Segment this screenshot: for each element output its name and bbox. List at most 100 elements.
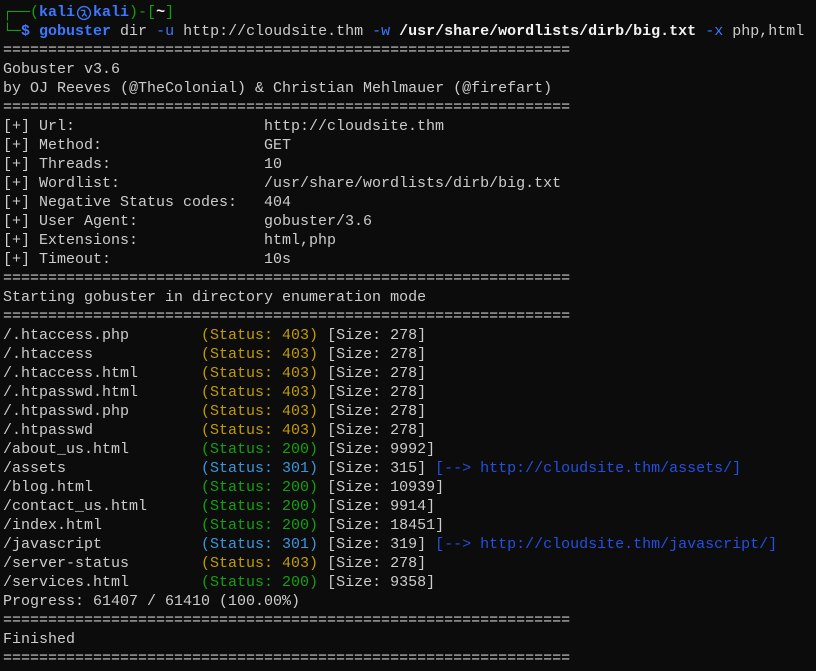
separator: ========================================… — [3, 270, 571, 287]
size-text: [Size: 9358] — [327, 574, 436, 591]
config-row: [+] Negative Status codes: 404 — [3, 193, 816, 212]
result-row: /.htpasswd (Status: 403) [Size: 278] — [3, 421, 816, 440]
size-text: [Size: 10939] — [327, 479, 445, 496]
result-path: /blog.html — [3, 479, 94, 496]
prompt-frame-close: ] — [165, 4, 175, 21]
config-label: [+] User Agent: — [3, 213, 139, 230]
banner-version: Gobuster v3.6 — [3, 61, 121, 78]
size-text: [Size: 278] — [327, 346, 427, 363]
config-value: html,php — [264, 232, 337, 249]
result-row: /contact_us.html (Status: 200) [Size: 9914… — [3, 497, 816, 516]
status-text: (Status: 200) — [201, 574, 319, 591]
prompt-frame-mid: )-[ — [129, 4, 157, 21]
finished-line: Finished — [3, 630, 816, 649]
size-text: [Size: 278] — [327, 365, 427, 382]
config-label: [+] Extensions: — [3, 232, 139, 249]
prompt-frame-bottom: └─ — [3, 23, 22, 40]
result-row: /.htaccess.php (Status: 403) [Size: 278] — [3, 326, 816, 345]
result-path: /.htpasswd — [3, 422, 94, 439]
config-row: [+] Wordlist: /usr/share/wordlists/dirb/b… — [3, 174, 816, 193]
status-text: (Status: 200) — [201, 498, 319, 515]
status-text: (Status: 403) — [201, 346, 319, 363]
config-row: [+] User Agent: gobuster/3.6 — [3, 212, 816, 231]
status-text: (Status: 403) — [201, 403, 319, 420]
separator: ========================================… — [3, 650, 571, 667]
separator: ========================================… — [3, 612, 571, 629]
prompt-user: kali — [39, 4, 76, 21]
status-text: (Status: 403) — [201, 365, 319, 382]
config-value: http://cloudsite.thm — [264, 118, 445, 135]
command-program: gobuster — [39, 23, 112, 40]
status-text: (Status: 200) — [201, 479, 319, 496]
result-row: /.htpasswd.html (Status: 403) [Size: 278] — [3, 383, 816, 402]
banner-authors-line: by OJ Reeves (@TheColonial) & Christian … — [3, 79, 816, 98]
result-row: /.htaccess.html (Status: 403) [Size: 278] — [3, 364, 816, 383]
korean-standard-symbol-icon — [75, 3, 93, 22]
status-text: (Status: 200) — [201, 441, 319, 458]
prompt-cwd: ~ — [156, 4, 166, 21]
config-label: [+] Wordlist: — [3, 175, 121, 192]
size-text: [Size: 315] — [327, 460, 427, 477]
config-label: [+] Timeout: — [3, 251, 112, 268]
result-path: /.htaccess.php — [3, 327, 130, 344]
result-row: /about_us.html (Status: 200) [Size: 9992] — [3, 440, 816, 459]
result-path: /javascript — [3, 536, 103, 553]
size-text: [Size: 319] — [327, 536, 427, 553]
config-value: 10 — [264, 156, 283, 173]
command-wordlist-flag: -w — [372, 23, 391, 40]
config-row: [+] Extensions: html,php — [3, 231, 816, 250]
separator-line: ========================================… — [3, 98, 816, 117]
config-value: 404 — [264, 194, 292, 211]
status-text: (Status: 403) — [201, 422, 319, 439]
command-mode: dir — [120, 23, 148, 40]
separator-line: ========================================… — [3, 611, 816, 630]
config-label: [+] Threads: — [3, 156, 112, 173]
prompt-sigil: $ — [21, 23, 31, 40]
size-text: [Size: 9914] — [327, 498, 436, 515]
result-path: /.htpasswd.html — [3, 384, 139, 401]
terminal-window[interactable]: ┌──(kali kali)-[~] └─ $ gobuster dir -u h… — [0, 0, 816, 671]
result-row: /blog.html (Status: 200) [Size: 10939] — [3, 478, 816, 497]
separator: ========================================… — [3, 308, 571, 325]
result-path: /index.html — [3, 517, 103, 534]
separator-line: ========================================… — [3, 41, 816, 60]
result-path: /.htaccess.html — [3, 365, 139, 382]
config-row: [+] Url: http://cloudsite.thm — [3, 117, 816, 136]
status-text: (Status: 301) — [201, 460, 319, 477]
status-text: (Status: 403) — [201, 327, 319, 344]
banner-authors: by OJ Reeves (@TheColonial) & Christian … — [3, 80, 553, 97]
config-label: [+] Url: — [3, 118, 76, 135]
result-row: /server-status (Status: 403) [Size: 278] — [3, 554, 816, 573]
start-message: Starting gobuster in directory enumerati… — [3, 289, 427, 306]
result-path: /.htaccess — [3, 346, 94, 363]
separator: ========================================… — [3, 42, 571, 59]
command-url-flag: -u — [156, 23, 175, 40]
size-text: [Size: 278] — [327, 384, 427, 401]
result-row: /assets (Status: 301) [Size: 315] [--> http… — [3, 459, 816, 478]
config-row: [+] Threads: 10 — [3, 155, 816, 174]
prompt-frame-open: ┌──( — [3, 4, 40, 21]
command-line: └─ $ gobuster dir -u http://cloudsite.th… — [3, 22, 816, 41]
config-value: 10s — [264, 251, 292, 268]
config-value: GET — [264, 137, 292, 154]
result-path: /assets — [3, 460, 67, 477]
finished-text: Finished — [3, 631, 76, 648]
size-text: [Size: 9992] — [327, 441, 436, 458]
result-row: /.htpasswd.php (Status: 403) [Size: 278] — [3, 402, 816, 421]
config-value: gobuster/3.6 — [264, 213, 373, 230]
result-path: /.htpasswd.php — [3, 403, 130, 420]
separator-line: ========================================… — [3, 269, 816, 288]
result-row: /index.html (Status: 200) [Size: 18451] — [3, 516, 816, 535]
status-text: (Status: 301) — [201, 536, 319, 553]
separator: ========================================… — [3, 99, 571, 116]
result-path: /server-status — [3, 555, 130, 572]
separator-line: ========================================… — [3, 307, 816, 326]
status-text: (Status: 403) — [201, 384, 319, 401]
command-extensions: php,html — [732, 23, 805, 40]
config-label: [+] Negative Status codes: — [3, 194, 238, 211]
prompt-header-line: ┌──(kali kali)-[~] — [3, 3, 816, 22]
progress-line: Progress: 61407 / 61410 (100.00%) — [3, 592, 816, 611]
config-label: [+] Method: — [3, 137, 103, 154]
size-text: [Size: 278] — [327, 403, 427, 420]
start-message-line: Starting gobuster in directory enumerati… — [3, 288, 816, 307]
